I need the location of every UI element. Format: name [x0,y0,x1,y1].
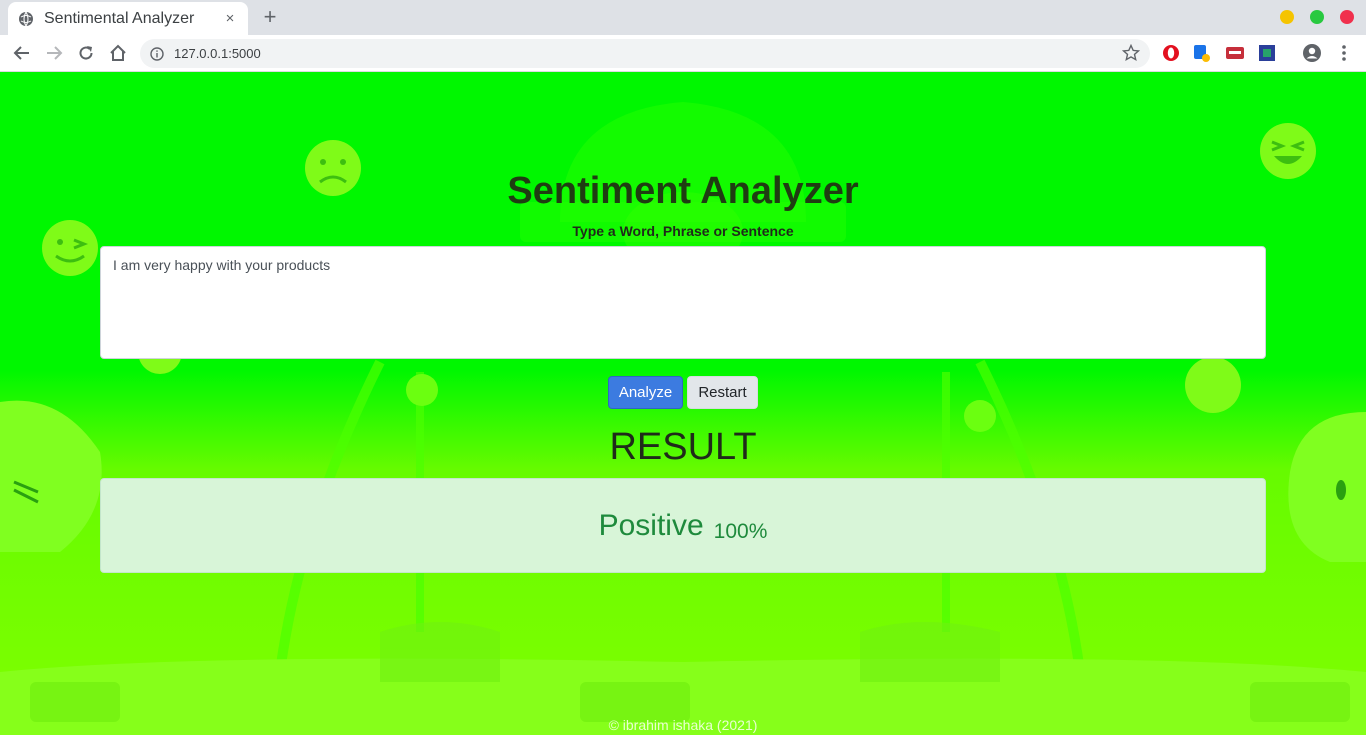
result-heading: RESULT [609,426,757,468]
globe-icon [18,11,34,27]
arrow-right-icon [47,46,63,60]
restart-button[interactable]: Restart [687,376,758,409]
menu-button[interactable] [1334,43,1354,63]
new-tab-button[interactable]: + [258,5,282,29]
close-window-button[interactable] [1340,10,1354,24]
reload-icon [79,46,93,60]
profile-button[interactable] [1302,43,1322,63]
result-panel: Positive 100% [100,478,1266,573]
info-icon[interactable] [150,46,164,61]
back-button[interactable] [10,41,34,65]
minimize-window-button[interactable] [1280,10,1294,24]
browser-toolbar: 127.0.0.1:5000 [0,35,1366,72]
input-instruction: Type a Word, Phrase or Sentence [572,223,794,239]
screenshot-extension-icon[interactable] [1257,43,1277,63]
bookmark-star-icon[interactable] [1122,44,1140,62]
analyze-button[interactable]: Analyze [608,376,683,409]
reload-button[interactable] [74,41,98,65]
maximize-window-button[interactable] [1310,10,1324,24]
url-text: 127.0.0.1:5000 [174,46,261,61]
sentiment-percentage: 100% [713,519,768,543]
tab-title: Sentimental Analyzer [44,9,195,27]
page-title: Sentiment Analyzer [507,170,859,212]
account-icon [1303,44,1321,62]
translate-extension-icon[interactable] [1192,43,1212,63]
address-bar[interactable]: 127.0.0.1:5000 [140,39,1150,68]
reader-extension-icon[interactable] [1225,43,1245,63]
page-viewport: Sentiment Analyzer Type a Word, Phrase o… [0,72,1366,735]
close-tab-icon[interactable]: × [222,10,238,27]
tab-strip: Sentimental Analyzer × + [0,0,1366,35]
forward-button[interactable] [42,41,66,65]
browser-tab[interactable]: Sentimental Analyzer × [8,2,248,35]
opera-extension-icon[interactable] [1161,43,1181,63]
kebab-menu-icon [1342,45,1346,61]
footer-credit: © ibrahim ishaka (2021) [608,717,758,733]
home-button[interactable] [106,41,130,65]
home-icon [110,44,126,61]
arrow-left-icon [13,46,29,60]
sentence-input[interactable]: I am very happy with your products [100,246,1266,359]
sentiment-label: Positive [598,508,704,542]
